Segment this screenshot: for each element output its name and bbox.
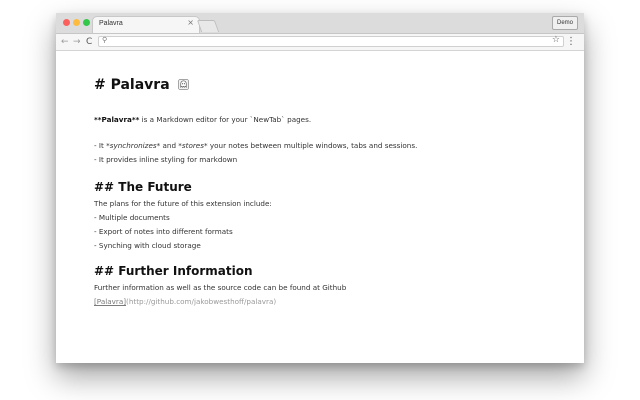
toolbar: ← → C ⚲ ☆ ⋮: [56, 34, 584, 51]
further-text: Further information as well as the sourc…: [94, 283, 347, 292]
browser-window: Palavra × Demo ← → C ⚲ ☆ ⋮ # Palavra **P…: [56, 13, 584, 363]
tab-close-icon[interactable]: ×: [187, 19, 194, 27]
list-item: - Multiple documents: [94, 213, 170, 222]
bullet-sync-mid: and: [160, 141, 179, 150]
bullet-sync-pre: - It: [94, 141, 107, 150]
address-bar[interactable]: ⚲ ☆: [98, 35, 564, 47]
intro-bold: **Palavra**: [94, 115, 140, 124]
window-minimize-button[interactable]: [73, 19, 80, 26]
tab-palavra[interactable]: Palavra ×: [92, 16, 200, 33]
menu-dots-icon[interactable]: ⋮: [566, 36, 576, 48]
github-link-url: (http://github.com/jakobwesthoff/palavra…: [126, 297, 277, 306]
star-icon[interactable]: ☆: [552, 35, 560, 45]
window-maximize-button[interactable]: [83, 19, 90, 26]
search-icon: ⚲: [102, 36, 108, 44]
title-bar: Palavra × Demo: [56, 13, 584, 34]
page-title: # Palavra: [94, 77, 189, 93]
list-item: - Synching with cloud storage: [94, 241, 201, 250]
bullet-sync: - It *synchronizes* and *stores* your no…: [94, 141, 417, 150]
page-title-text: # Palavra: [94, 77, 170, 93]
reload-icon[interactable]: C: [86, 36, 92, 48]
bullet-inline: - It provides inline styling for markdow…: [94, 155, 238, 164]
bullet-sync-em2: *stores*: [178, 141, 208, 150]
github-link[interactable]: [Palavra]: [94, 297, 126, 306]
intro-paragraph: **Palavra** is a Markdown editor for you…: [94, 115, 311, 124]
heading-further: ## Further Information: [94, 264, 253, 278]
list-item: - Export of notes into different formats: [94, 227, 233, 236]
heading-future: ## The Future: [94, 180, 192, 194]
bullet-sync-em1: *synchronizes*: [106, 141, 161, 150]
forward-arrow-icon[interactable]: →: [73, 36, 81, 48]
window-close-button[interactable]: [63, 19, 70, 26]
intro-rest: is a Markdown editor for your `NewTab` p…: [139, 115, 312, 124]
github-link-line: [Palavra](http://github.com/jakobwesthof…: [94, 297, 276, 306]
profile-button[interactable]: Demo: [551, 16, 578, 30]
ghost-icon: [177, 79, 189, 90]
future-intro: The plans for the future of this extensi…: [94, 199, 272, 208]
back-arrow-icon[interactable]: ←: [61, 36, 69, 48]
bullet-sync-post: your notes between multiple windows, tab…: [207, 141, 418, 150]
new-tab-button[interactable]: [196, 20, 220, 32]
tab-title: Palavra: [99, 20, 123, 27]
